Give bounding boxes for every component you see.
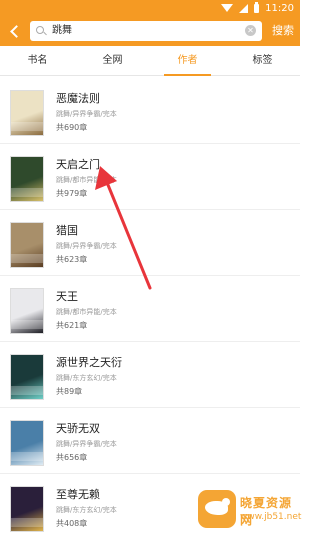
search-icon [36,26,44,34]
book-cover [10,90,44,136]
chapter-count: 共979章 [56,189,88,198]
search-toolbar: 跳舞 ✕ 搜索 [0,16,300,46]
book-meta: 跳舞/东方玄幻/完本 [56,374,117,382]
book-meta: 跳舞/异界争霸/完本 [56,110,117,118]
book-title: 源世界之天衍 [56,356,122,369]
watermark-name: 晓夏资源网 [240,496,293,527]
book-title: 猎国 [56,224,78,237]
book-cover [10,288,44,334]
book-cover [10,156,44,202]
book-cover [10,222,44,268]
book-meta: 跳舞/都市异能/完本 [56,176,117,184]
status-icons: 11:20 [221,1,294,14]
clear-icon[interactable]: ✕ [245,25,256,36]
search-query: 跳舞 [52,25,72,36]
book-list-item[interactable]: 天骄无双 跳舞/异界争霸/完本 共656章 [0,408,300,474]
book-meta: 跳舞/异界争霸/完本 [56,440,117,448]
book-list-item[interactable]: 天王 跳舞/都市异能/完本 共621章 [0,276,300,342]
book-list-item[interactable]: 天启之门 跳舞/都市异能/完本 共979章 [0,144,300,210]
book-cover [10,486,44,532]
chapter-count: 共656章 [56,453,88,462]
status-time: 11:20 [265,2,294,14]
search-button[interactable]: 搜索 [272,23,294,39]
battery-icon [254,1,260,13]
book-title: 天王 [56,290,78,303]
chapter-count: 共690章 [56,123,88,132]
book-meta: 跳舞/都市异能/完本 [56,308,117,316]
status-bar: 11:20 [0,0,300,16]
chapter-count: 共621章 [56,321,88,330]
tab-book-name[interactable]: 书名 [0,46,75,75]
chapter-count: 共623章 [56,255,88,264]
book-title: 天启之门 [56,158,100,171]
signal-icon [239,3,249,13]
tab-author[interactable]: 作者 [150,46,225,76]
chapter-count: 共89章 [56,387,83,396]
wifi-icon [221,4,234,12]
book-list-item[interactable]: 源世界之天衍 跳舞/东方玄幻/完本 共89章 [0,342,300,408]
book-title: 至尊无赖 [56,488,100,501]
book-cover [10,420,44,466]
book-meta: 跳舞/东方玄幻/完本 [56,506,117,514]
book-list-item[interactable]: 猎国 跳舞/异界争霸/完本 共623章 [0,210,300,276]
tab-all-web[interactable]: 全网 [75,46,150,75]
book-title: 天骄无双 [56,422,100,435]
chapter-count: 共408章 [56,519,88,528]
search-input[interactable]: 跳舞 ✕ [30,21,262,41]
book-title: 恶魔法则 [56,92,100,105]
book-cover [10,354,44,400]
watermark-url: www.jb51.net [240,512,302,522]
tab-tags[interactable]: 标签 [225,46,300,75]
book-meta: 跳舞/异界争霸/完本 [56,242,117,250]
search-category-tabs: 书名 全网 作者 标签 [0,46,300,76]
book-list-item[interactable]: 恶魔法则 跳舞/异界争霸/完本 共690章 [0,78,300,144]
watermark: 晓夏资源网 www.jb51.net [198,488,302,532]
back-arrow-icon[interactable] [6,22,24,40]
book-result-list: 恶魔法则 跳舞/异界争霸/完本 共690章 天启之门 跳舞/都市异能/完本 共9… [0,78,300,534]
whale-logo-icon [198,490,236,528]
